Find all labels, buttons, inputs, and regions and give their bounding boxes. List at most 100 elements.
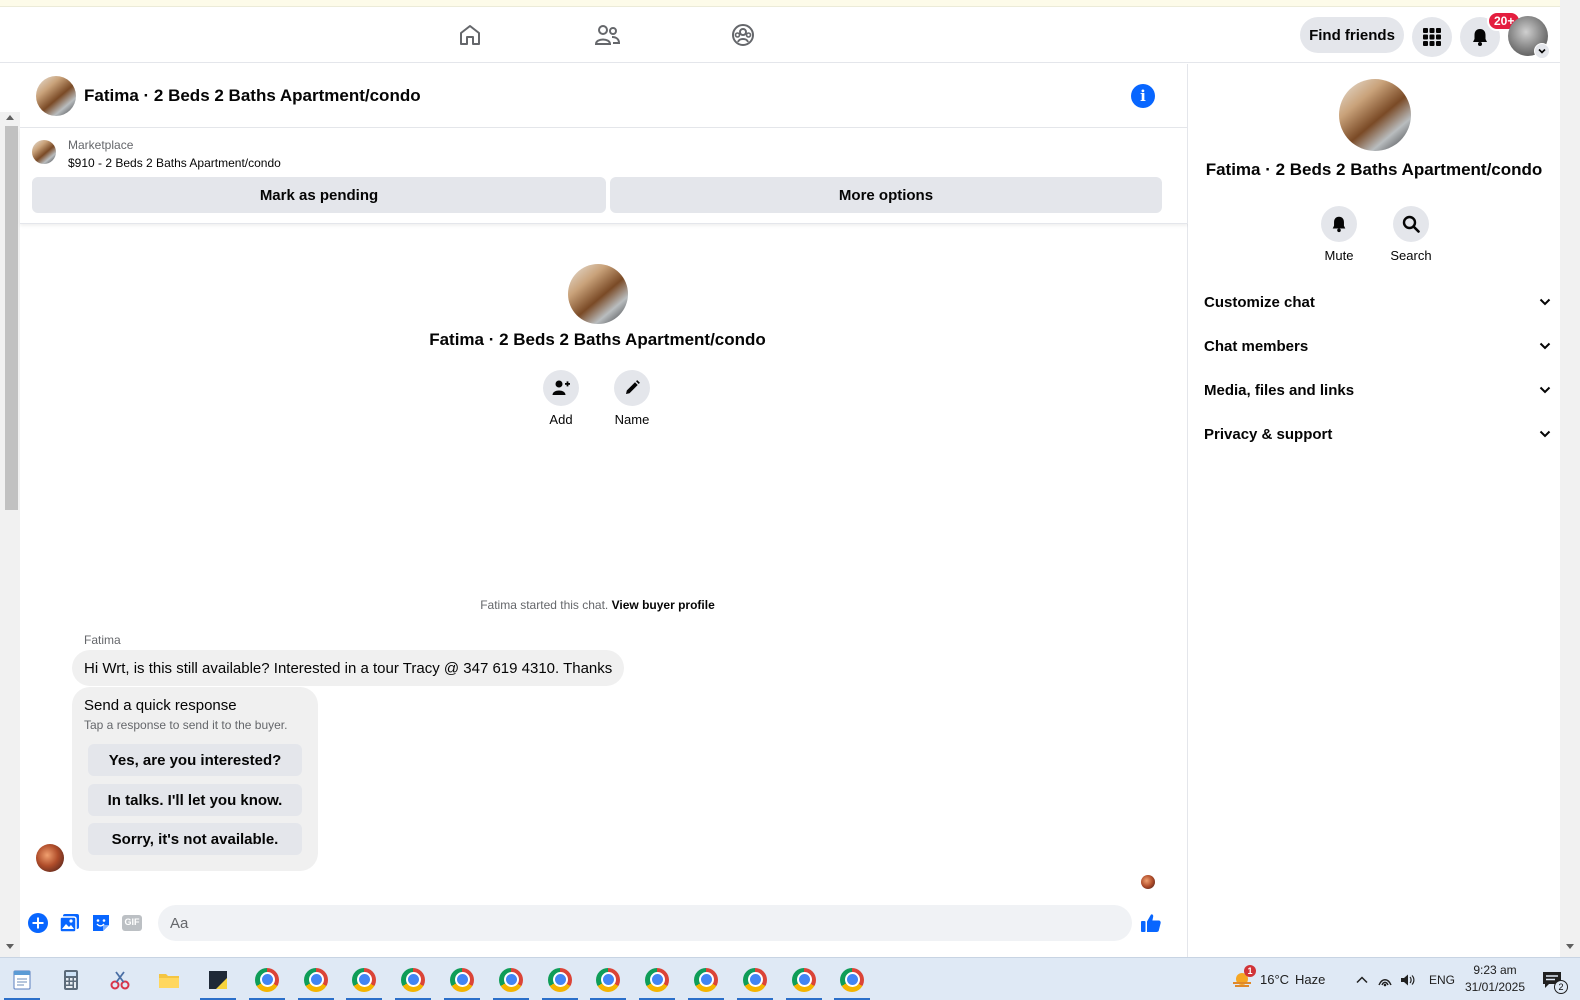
input-language[interactable]: ENG: [1429, 973, 1455, 987]
taskbar-chrome-icon[interactable]: [538, 958, 582, 1000]
friends-icon[interactable]: [593, 21, 621, 49]
taskbar-chrome-icon[interactable]: [684, 958, 728, 1000]
find-friends-button[interactable]: Find friends: [1300, 17, 1404, 53]
add-action[interactable]: Add: [531, 370, 591, 427]
windows-taskbar: 1 16°C Haze ENG 9:23 am 31/01/2025 2: [0, 957, 1580, 1000]
quick-response-not-available-button[interactable]: Sorry, it's not available.: [88, 823, 302, 855]
message-bubble[interactable]: Hi Wrt, is this still available? Interes…: [72, 650, 625, 686]
info-icon[interactable]: i: [1131, 84, 1155, 108]
sender-avatar[interactable]: [36, 844, 64, 872]
section-label: Media, files and links: [1204, 381, 1355, 399]
chevron-down-icon: [1539, 298, 1551, 306]
intro-title: Fatima · 2 Beds 2 Baths Apartment/condo: [429, 330, 766, 349]
volume-icon[interactable]: [1399, 972, 1415, 988]
chevron-down-icon: [1539, 342, 1551, 350]
taskbar-chrome-icon[interactable]: [391, 958, 435, 1000]
marketplace-label: Marketplace: [68, 138, 134, 152]
chat-title[interactable]: Fatima · 2 Beds 2 Baths Apartment/condo: [84, 86, 421, 106]
bell-icon[interactable]: [1321, 206, 1357, 242]
message-input[interactable]: [158, 905, 1078, 941]
network-icon[interactable]: [1377, 972, 1393, 988]
view-buyer-profile-link[interactable]: View buyer profile: [612, 598, 715, 612]
listing-title[interactable]: $910 - 2 Beds 2 Baths Apartment/condo: [68, 156, 281, 170]
scroll-up-arrow-icon[interactable]: [6, 115, 14, 120]
mute-label: Mute: [1324, 248, 1354, 263]
started-text: Fatima started this chat.: [480, 598, 609, 612]
section-privacy-support[interactable]: Privacy & support: [1204, 414, 1552, 454]
conversation-details-panel: Fatima · 2 Beds 2 Baths Apartment/condo …: [1188, 64, 1560, 957]
seen-indicator-avatar: [1141, 875, 1155, 889]
weather-condition: Haze: [1295, 972, 1326, 987]
photo-icon[interactable]: [59, 912, 81, 934]
taskbar-chrome-icon[interactable]: [440, 958, 484, 1000]
taskbar-sticky-notes-icon[interactable]: [196, 958, 240, 1000]
mark-as-pending-button[interactable]: Mark as pending: [32, 177, 606, 213]
taskbar-chrome-icon[interactable]: [830, 958, 874, 1000]
taskbar-chrome-icon[interactable]: [489, 958, 533, 1000]
weather-widget[interactable]: 1 16°C Haze: [1230, 958, 1325, 1000]
thumbs-up-icon[interactable]: [1140, 912, 1162, 934]
taskbar-chrome-icon[interactable]: [586, 958, 630, 1000]
groups-icon[interactable]: [729, 21, 757, 49]
home-icon[interactable]: [456, 21, 484, 49]
taskbar-calculator-icon[interactable]: [49, 958, 93, 1000]
system-clock[interactable]: 9:23 am 31/01/2025: [1460, 962, 1530, 996]
search-icon[interactable]: [1393, 206, 1429, 242]
quick-response-in-talks-button[interactable]: In talks. I'll let you know.: [88, 784, 302, 816]
menu-grid-icon[interactable]: [1412, 17, 1452, 57]
clock-date: 31/01/2025: [1464, 980, 1526, 994]
weather-haze-icon: 1: [1230, 964, 1256, 991]
taskbar-chrome-icon[interactable]: [733, 958, 777, 1000]
panel-title: Fatima · 2 Beds 2 Baths Apartment/condo: [1205, 160, 1543, 179]
weather-alert-badge: 1: [1244, 964, 1256, 977]
temperature: 16°C: [1260, 972, 1290, 987]
quick-response-title: Send a quick response: [84, 697, 237, 714]
taskbar-chrome-icon[interactable]: [342, 958, 386, 1000]
chat-started-notice: Fatima started this chat. View buyer pro…: [20, 598, 1175, 612]
mute-action[interactable]: Mute: [1309, 206, 1369, 263]
quick-response-card: Send a quick response Tap a response to …: [72, 687, 318, 871]
quick-response-yes-button[interactable]: Yes, are you interested?: [88, 744, 302, 776]
top-navigation-bar: Find friends 20+: [0, 7, 1560, 63]
taskbar-file-explorer-icon[interactable]: [147, 958, 191, 1000]
plus-icon[interactable]: [27, 912, 49, 934]
taskbar-chrome-icon[interactable]: [635, 958, 679, 1000]
taskbar-chrome-icon[interactable]: [245, 958, 289, 1000]
clock-time: 9:23 am: [1473, 963, 1517, 977]
name-action[interactable]: Name: [602, 370, 662, 427]
chevron-up-icon[interactable]: [1355, 973, 1369, 987]
scroll-down-arrow-icon[interactable]: [1566, 944, 1574, 949]
gif-icon[interactable]: GIF: [121, 912, 143, 934]
chat-window: Fatima · 2 Beds 2 Baths Apartment/condo …: [20, 64, 1260, 957]
page-scrollbar[interactable]: [1560, 0, 1580, 957]
taskbar-snipping-tool-icon[interactable]: [98, 958, 142, 1000]
action-center-count: 2: [1554, 980, 1568, 994]
section-label: Chat members: [1204, 337, 1309, 355]
panel-avatar[interactable]: [1339, 79, 1411, 151]
section-customize-chat[interactable]: Customize chat: [1204, 282, 1552, 322]
scroll-thumb[interactable]: [5, 126, 18, 510]
sticker-icon[interactable]: [90, 912, 112, 934]
gif-label: GIF: [124, 917, 140, 927]
chat-scrollbar[interactable]: [0, 112, 20, 957]
chevron-down-icon: [1539, 430, 1551, 438]
section-chat-members[interactable]: Chat members: [1204, 326, 1552, 366]
chat-avatar[interactable]: [36, 76, 76, 116]
sender-name: Fatima: [84, 633, 121, 647]
chevron-down-icon[interactable]: [1534, 43, 1550, 59]
section-label: Customize chat: [1204, 293, 1315, 311]
more-options-button[interactable]: More options: [610, 177, 1162, 213]
pencil-icon[interactable]: [614, 370, 650, 406]
taskbar-notepad-icon[interactable]: [0, 958, 44, 1000]
message-input-container[interactable]: [158, 905, 1260, 945]
scroll-down-arrow-icon[interactable]: [6, 944, 14, 949]
add-person-icon[interactable]: [543, 370, 579, 406]
action-center-icon[interactable]: 2: [1538, 966, 1568, 994]
listing-thumbnail[interactable]: [32, 140, 56, 164]
search-action[interactable]: Search: [1381, 206, 1441, 263]
section-media-files-links[interactable]: Media, files and links: [1204, 370, 1552, 410]
taskbar-chrome-icon[interactable]: [294, 958, 338, 1000]
taskbar-chrome-icon[interactable]: [782, 958, 826, 1000]
browser-top-strip: [0, 0, 1580, 7]
section-label: Privacy & support: [1204, 425, 1333, 443]
